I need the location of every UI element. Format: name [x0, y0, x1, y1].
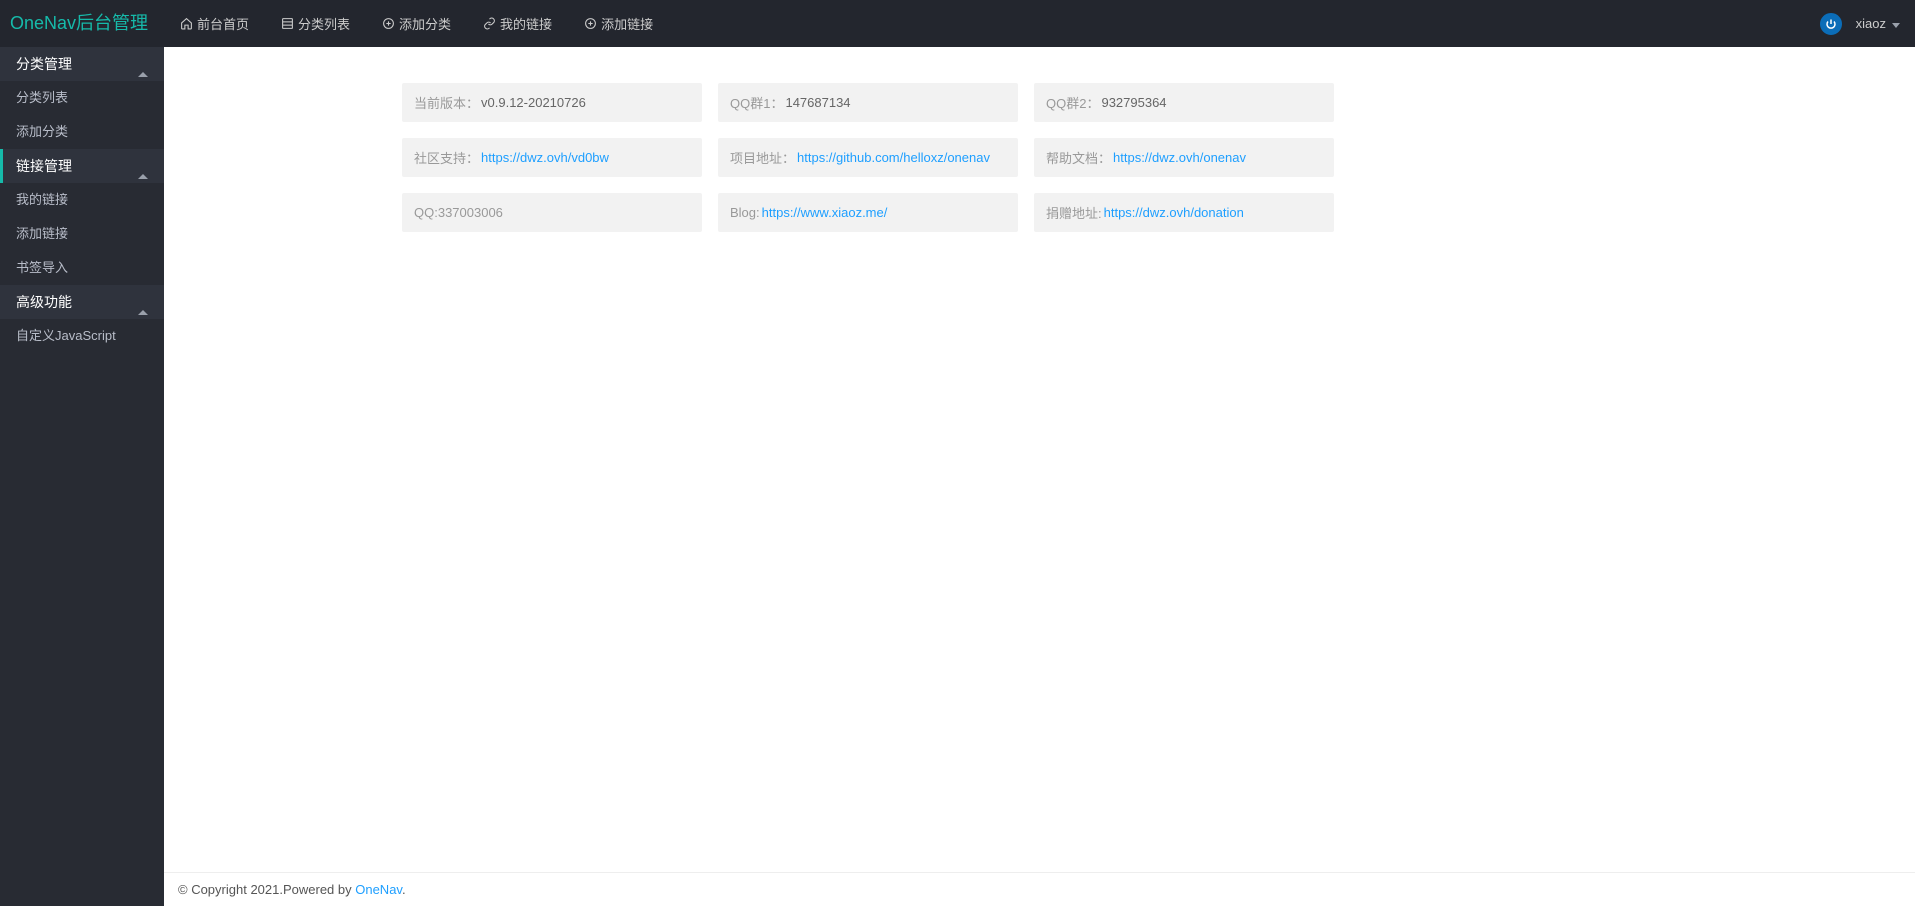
- chevron-up-icon: [138, 149, 148, 183]
- chevron-down-icon: [1892, 16, 1900, 31]
- card-link[interactable]: https://dwz.ovh/vd0bw: [481, 150, 609, 165]
- username-label: xiaoz: [1856, 16, 1886, 31]
- plus-circle-icon: [584, 17, 597, 30]
- nav-home[interactable]: 前台首页: [164, 0, 265, 47]
- home-icon: [180, 17, 193, 30]
- card-version: 当前版本： v0.9.12-20210726: [402, 83, 702, 122]
- body: 分类管理 分类列表 添加分类 链接管理 我的链接 添加链接 书签导入 高级功能 …: [0, 47, 1915, 906]
- side-item-my-links[interactable]: 我的链接: [0, 183, 164, 217]
- nav-add-link[interactable]: 添加链接: [568, 0, 669, 47]
- plus-circle-icon: [382, 17, 395, 30]
- card-value: 337003006: [438, 205, 503, 220]
- card-project: 项目地址： https://github.com/helloxz/onenav: [718, 138, 1018, 177]
- group-title: 链接管理: [16, 149, 72, 183]
- side-item-add-link[interactable]: 添加链接: [0, 217, 164, 251]
- user-menu[interactable]: xiaoz: [1856, 16, 1900, 31]
- card-donate: 捐赠地址: https://dwz.ovh/donation: [1034, 193, 1334, 232]
- side-group-advanced[interactable]: 高级功能: [0, 285, 164, 319]
- nav-label: 分类列表: [298, 14, 350, 33]
- card-link[interactable]: https://dwz.ovh/onenav: [1113, 150, 1246, 165]
- power-icon[interactable]: [1820, 13, 1842, 35]
- card-qq-group-1: QQ群1： 147687134: [718, 83, 1018, 122]
- card-link[interactable]: https://www.xiaoz.me/: [762, 205, 888, 220]
- nav-label: 添加链接: [601, 14, 653, 33]
- chevron-up-icon: [138, 47, 148, 81]
- card-label: QQ群1：: [730, 93, 783, 112]
- footer-link[interactable]: OneNav: [355, 882, 402, 897]
- top-nav: 前台首页 分类列表 添加分类 我的链接: [164, 0, 669, 47]
- nav-label: 前台首页: [197, 14, 249, 33]
- card-link[interactable]: https://dwz.ovh/donation: [1104, 205, 1244, 220]
- list-icon: [281, 17, 294, 30]
- nav-add-category[interactable]: 添加分类: [366, 0, 467, 47]
- logo[interactable]: OneNav后台管理: [0, 0, 164, 47]
- card-label: QQ:: [414, 205, 438, 220]
- sidebar: 分类管理 分类列表 添加分类 链接管理 我的链接 添加链接 书签导入 高级功能 …: [0, 47, 164, 906]
- nav-label: 添加分类: [399, 14, 451, 33]
- side-group-category[interactable]: 分类管理: [0, 47, 164, 81]
- side-item-bookmark-import[interactable]: 书签导入: [0, 251, 164, 285]
- card-blog: Blog: https://www.xiaoz.me/: [718, 193, 1018, 232]
- footer-prefix: © Copyright 2021.Powered by: [178, 882, 355, 897]
- card-label: 帮助文档：: [1046, 148, 1111, 167]
- card-link[interactable]: https://github.com/helloxz/onenav: [797, 150, 990, 165]
- card-qq-group-2: QQ群2： 932795364: [1034, 83, 1334, 122]
- group-title: 分类管理: [16, 47, 72, 81]
- side-item-category-list[interactable]: 分类列表: [0, 81, 164, 115]
- main-content: 当前版本： v0.9.12-20210726 QQ群1： 147687134 Q…: [164, 47, 1915, 872]
- chevron-up-icon: [138, 285, 148, 319]
- top-header: OneNav后台管理 前台首页 分类列表 添加分类: [0, 0, 1915, 47]
- card-value: v0.9.12-20210726: [481, 95, 586, 110]
- user-area: xiaoz: [1820, 0, 1915, 47]
- side-item-add-category[interactable]: 添加分类: [0, 115, 164, 149]
- footer: © Copyright 2021.Powered by OneNav.: [164, 872, 1915, 906]
- main-area: 当前版本： v0.9.12-20210726 QQ群1： 147687134 Q…: [164, 47, 1915, 906]
- group-title: 高级功能: [16, 285, 72, 319]
- card-value: 932795364: [1101, 95, 1166, 110]
- card-label: QQ群2：: [1046, 93, 1099, 112]
- card-label: 当前版本：: [414, 93, 479, 112]
- card-label: 项目地址：: [730, 148, 795, 167]
- card-label: Blog:: [730, 205, 760, 220]
- card-label: 社区支持：: [414, 148, 479, 167]
- side-group-link[interactable]: 链接管理: [0, 149, 164, 183]
- link-icon: [483, 17, 496, 30]
- card-value: 147687134: [785, 95, 850, 110]
- info-grid: 当前版本： v0.9.12-20210726 QQ群1： 147687134 Q…: [402, 83, 1334, 232]
- card-docs: 帮助文档： https://dwz.ovh/onenav: [1034, 138, 1334, 177]
- card-qq: QQ: 337003006: [402, 193, 702, 232]
- nav-my-links[interactable]: 我的链接: [467, 0, 568, 47]
- side-item-custom-js[interactable]: 自定义JavaScript: [0, 319, 164, 353]
- footer-suffix: .: [402, 882, 406, 897]
- card-community: 社区支持： https://dwz.ovh/vd0bw: [402, 138, 702, 177]
- nav-label: 我的链接: [500, 14, 552, 33]
- nav-category-list[interactable]: 分类列表: [265, 0, 366, 47]
- card-label: 捐赠地址:: [1046, 203, 1102, 222]
- app-root: OneNav后台管理 前台首页 分类列表 添加分类: [0, 0, 1915, 906]
